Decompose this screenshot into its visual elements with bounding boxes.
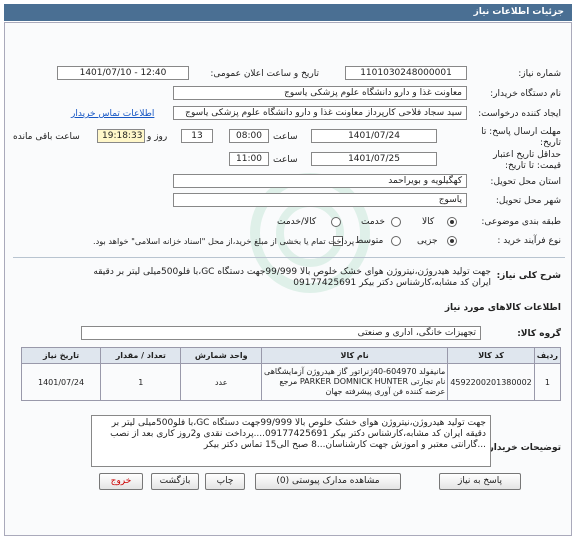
- goods-group-label: گروه کالا:: [517, 329, 561, 339]
- device-name-label: نام دستگاه خریدار:: [490, 89, 561, 99]
- validity-time-field: 11:00: [229, 152, 269, 166]
- process-radio-small[interactable]: [447, 236, 457, 246]
- validity-time-label: ساعت: [273, 155, 298, 165]
- table-row[interactable]: 1 4592200201380002 مانیفولد 604970-40ژنر…: [20, 363, 562, 401]
- goods-group-field: تجهیزات خانگی، اداری و صنعتی: [81, 326, 481, 340]
- attachments-button[interactable]: مشاهده مدارک پیوستی (0): [255, 473, 401, 490]
- print-button[interactable]: چاپ: [205, 473, 245, 490]
- col-row: ردیف: [533, 347, 562, 364]
- province-label: استان محل تحویل:: [490, 177, 561, 187]
- summary-text: جهت تولید هیدروژن،نیتروژن هوای خشک خلوص …: [93, 267, 491, 288]
- category-option-goods: کالا: [422, 217, 435, 227]
- buyer-contact-link[interactable]: اطلاعات تماس خریدار: [71, 109, 154, 119]
- page-title: جزئیات اطلاعات نیاز: [4, 4, 572, 21]
- cell-qty: 1: [100, 363, 182, 401]
- city-field: یاسوج: [173, 193, 467, 207]
- days-field: 13: [181, 129, 213, 143]
- category-radio-goods[interactable]: [447, 217, 457, 227]
- deadline-date-field: 1401/07/24: [311, 129, 437, 143]
- col-qty: تعداد / مقدار: [100, 347, 182, 364]
- category-option-service: خدمت: [361, 217, 385, 227]
- summary-label: شرح کلی نیاز:: [496, 271, 561, 281]
- back-button[interactable]: بازگشت: [151, 473, 199, 490]
- validity-label-2: قیمت: تا تاریخ:: [505, 161, 561, 171]
- announce-field: 1401/07/10 - 12:40: [57, 66, 189, 80]
- cell-unit: عدد: [180, 363, 263, 401]
- need-number-label: شماره نیاز:: [518, 69, 561, 79]
- requester-label: ایجاد کننده درخواست:: [478, 109, 561, 119]
- validity-date-field: 1401/07/25: [311, 152, 437, 166]
- device-name-field: معاونت غذا و دارو دانشگاه علوم پزشکی یاس…: [173, 86, 467, 100]
- divider: [13, 257, 565, 258]
- validity-label-1: حداقل تاریخ اعتبار: [493, 150, 561, 160]
- deadline-time-field: 08:00: [229, 129, 269, 143]
- deadline-label-2: تاریخ:: [540, 138, 561, 148]
- remaining-time-field: 19:18:33: [97, 129, 145, 143]
- process-label: نوع فرآیند خرید :: [497, 236, 561, 246]
- days-label: روز و: [147, 132, 168, 142]
- cell-date: 1401/07/24: [20, 363, 102, 401]
- reply-button[interactable]: پاسخ به نیاز: [439, 473, 521, 490]
- cell-row: 1: [533, 363, 562, 401]
- col-code: کد کالا: [447, 347, 535, 364]
- category-label: طبقه بندی موضوعی:: [481, 217, 561, 227]
- cell-code: 4592200201380002: [447, 363, 535, 401]
- goods-section-title: اطلاعات کالاهای مورد نیاز: [444, 303, 561, 313]
- province-field: کهگیلویه و بویراحمد: [173, 174, 467, 188]
- category-option-both: کالا/خدمت: [277, 217, 317, 227]
- details-panel: شماره نیاز: 1101030248000001 تاریخ و ساع…: [4, 22, 572, 536]
- remaining-time-label: ساعت باقی مانده: [13, 132, 80, 142]
- process-option-small: جزیی: [417, 236, 438, 246]
- announce-label: تاریخ و ساعت اعلان عمومی:: [210, 69, 319, 79]
- city-label: شهر محل تحویل:: [495, 196, 561, 206]
- category-radio-both[interactable]: [331, 217, 341, 227]
- category-radio-service[interactable]: [391, 217, 401, 227]
- treasury-payment-note: پرداخت تمام یا بخشی از مبلغ خرید،از محل …: [93, 236, 355, 246]
- deadline-time-label: ساعت: [273, 132, 298, 142]
- buyer-notes-label: توضیحات خریدار:: [485, 443, 561, 453]
- process-radio-medium[interactable]: [391, 236, 401, 246]
- requester-field: سید سجاد فلاحی کارپرداز معاونت غذا و دار…: [173, 106, 467, 120]
- col-name: نام کالا: [261, 347, 449, 364]
- table-header-row: ردیف کد کالا نام کالا واحد شمارش تعداد /…: [20, 347, 562, 364]
- col-unit: واحد شمارش: [180, 347, 263, 364]
- goods-table: ردیف کد کالا نام کالا واحد شمارش تعداد /…: [20, 347, 562, 401]
- col-date: تاریخ نیاز: [20, 347, 102, 364]
- need-number-field: 1101030248000001: [345, 66, 467, 80]
- exit-button[interactable]: خروج: [99, 473, 143, 490]
- process-option-medium: متوسط: [355, 236, 384, 246]
- buyer-notes-text: جهت تولید هیدروژن،نیتروژن هوای خشک خلوص …: [91, 415, 491, 467]
- deadline-label-1: مهلت ارسال پاسخ: تا: [481, 127, 561, 137]
- cell-name: مانیفولد 604970-40ژنراتور گاز هیدروژن آز…: [261, 363, 449, 401]
